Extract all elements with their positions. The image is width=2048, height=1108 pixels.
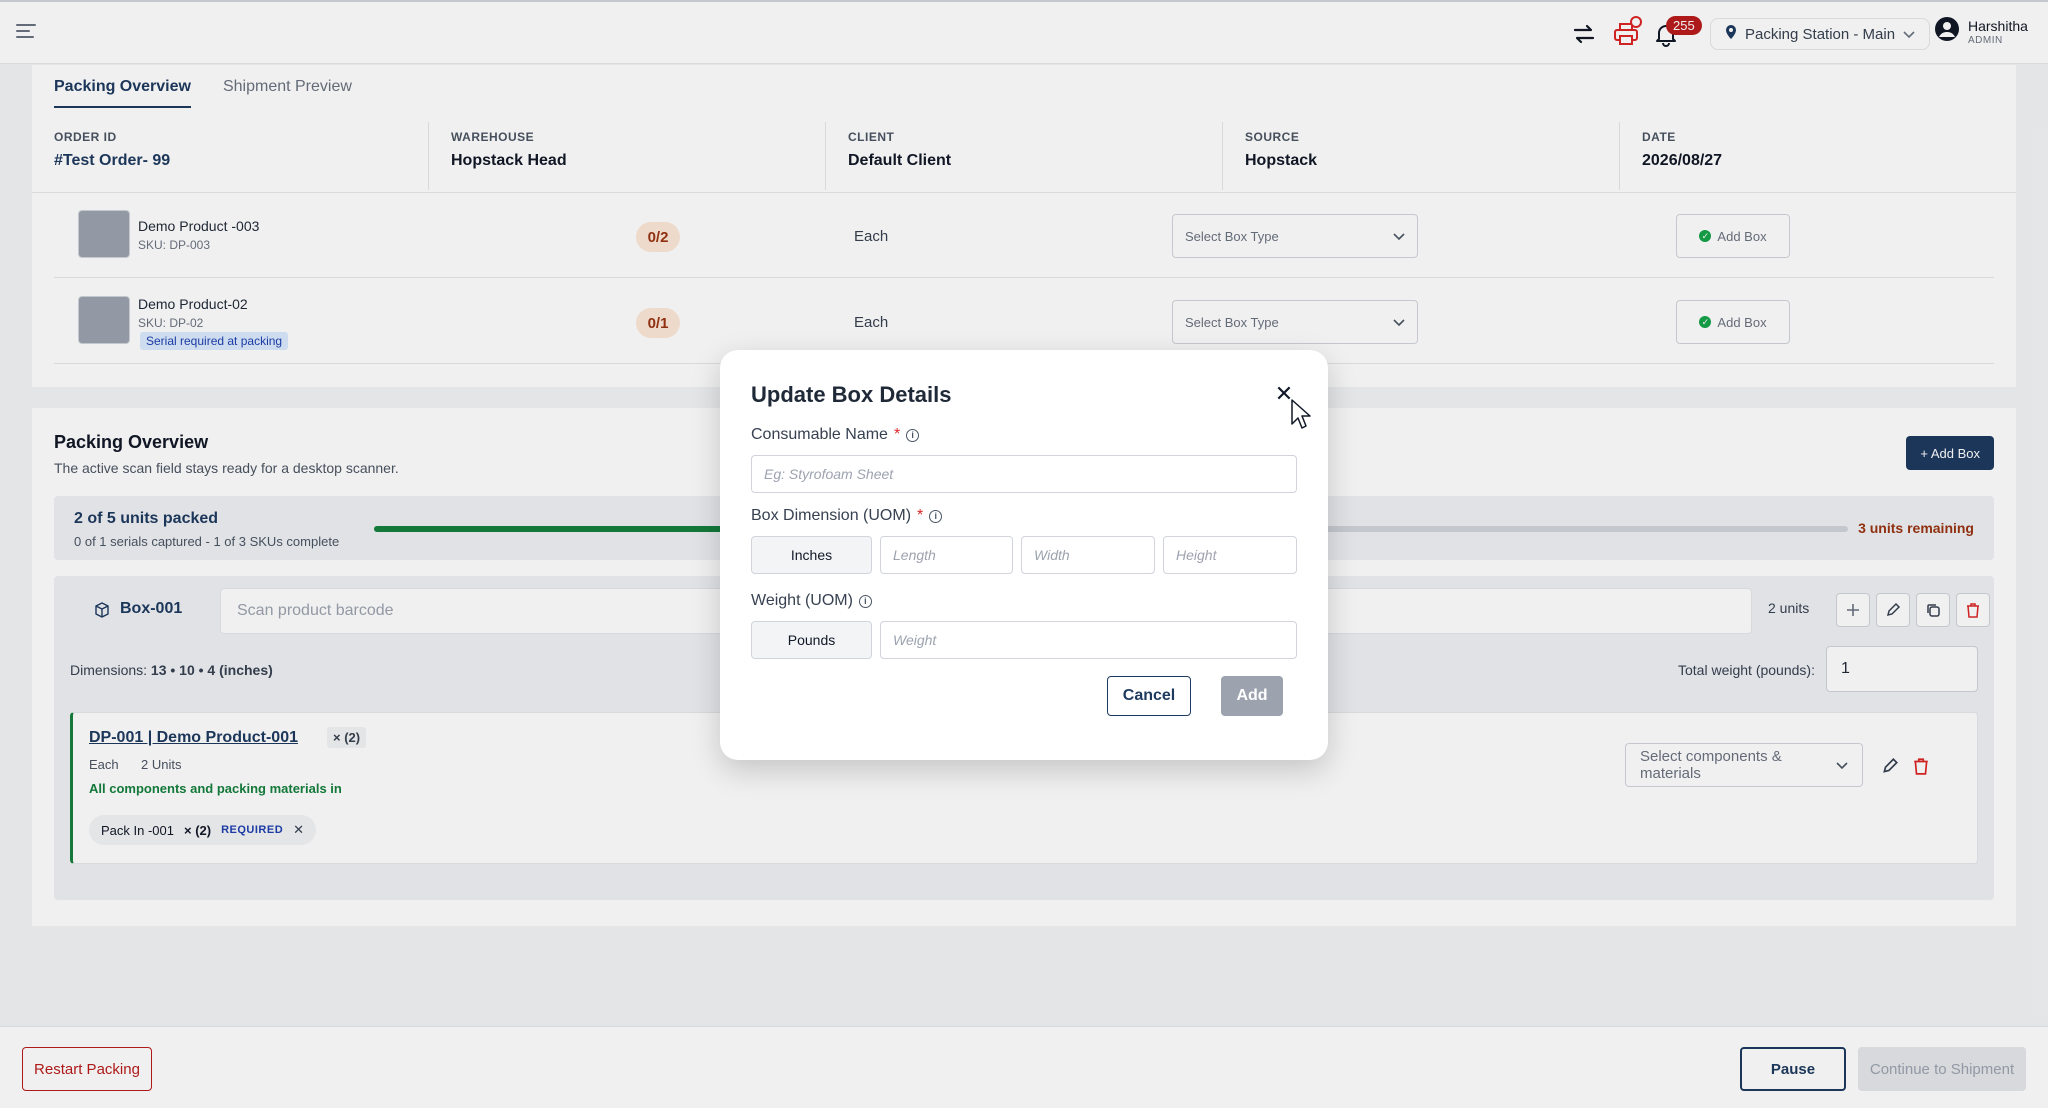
info-icon[interactable]: i bbox=[858, 594, 872, 608]
info-icon[interactable]: i bbox=[906, 428, 920, 442]
required-mark: * bbox=[917, 507, 924, 524]
required-mark: * bbox=[893, 426, 901, 443]
add-button[interactable]: Add bbox=[1221, 676, 1283, 716]
dimension-unit-select[interactable]: Inches bbox=[751, 536, 872, 574]
length-input[interactable]: Length bbox=[880, 536, 1013, 574]
width-input[interactable]: Width bbox=[1021, 536, 1155, 574]
consumable-name-input[interactable]: Eg: Styrofoam Sheet bbox=[751, 455, 1297, 493]
update-box-modal: Update Box Details ✕ Consumable Name * i… bbox=[720, 350, 1328, 760]
consumable-label-text: Consumable Name bbox=[751, 426, 888, 443]
weight-input[interactable]: Weight bbox=[880, 621, 1297, 659]
dimension-label: Box Dimension (UOM) * i bbox=[751, 507, 943, 525]
weight-unit-select[interactable]: Pounds bbox=[751, 621, 872, 659]
height-input[interactable]: Height bbox=[1163, 536, 1297, 574]
dimension-label-text: Box Dimension (UOM) bbox=[751, 507, 912, 524]
weight-label-text: Weight (UOM) bbox=[751, 592, 853, 609]
weight-label: Weight (UOM) i bbox=[751, 592, 872, 610]
mouse-cursor-icon bbox=[1290, 398, 1312, 435]
info-icon[interactable]: i bbox=[929, 509, 943, 523]
consumable-label: Consumable Name * i bbox=[751, 426, 920, 444]
cancel-button[interactable]: Cancel bbox=[1107, 676, 1191, 716]
modal-title: Update Box Details bbox=[751, 382, 952, 407]
